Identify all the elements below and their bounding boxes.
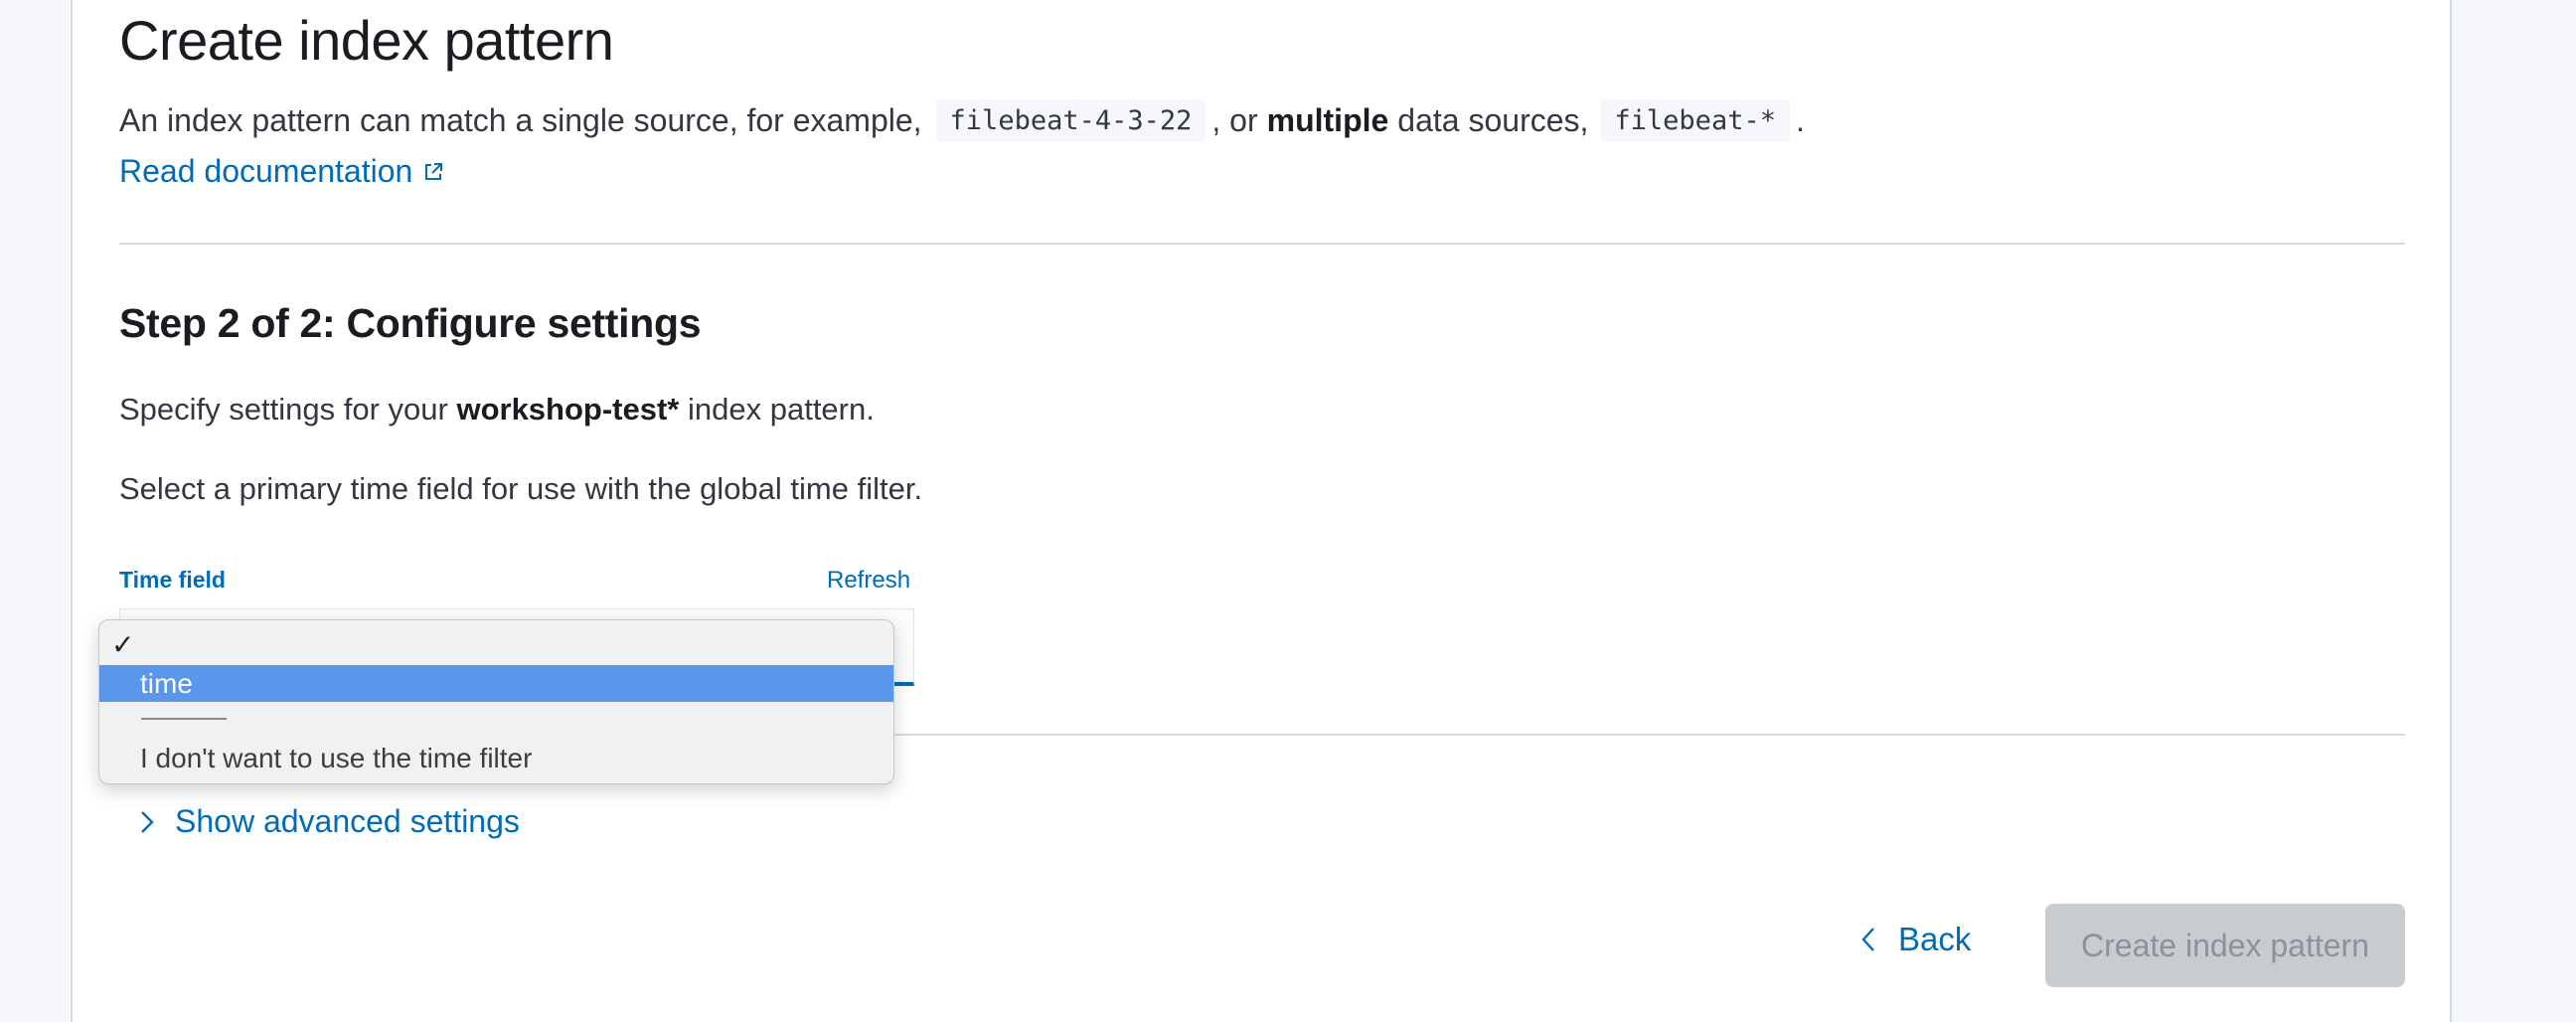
specify-settings-text: Specify settings for your workshop-test*… — [119, 392, 875, 427]
time-field-dropdown[interactable]: ✓ time I don't want to use the time filt… — [98, 619, 894, 784]
time-field-label: Time field — [119, 567, 226, 593]
read-documentation-link[interactable]: Read documentation — [119, 153, 444, 190]
description-text-2: , or — [1211, 102, 1258, 138]
refresh-link[interactable]: Refresh — [827, 567, 910, 595]
step-heading: Step 2 of 2: Configure settings — [119, 300, 702, 346]
pattern-name: workshop-test* — [456, 392, 680, 426]
read-documentation-label: Read documentation — [119, 153, 413, 189]
option-time[interactable]: time — [99, 665, 893, 702]
specify-prefix: Specify settings for your — [119, 392, 448, 426]
option-no-time-filter[interactable]: I don't want to use the time filter — [99, 740, 893, 777]
page-description: An index pattern can match a single sour… — [119, 99, 1805, 142]
option-separator — [141, 718, 227, 720]
divider — [119, 243, 2405, 245]
example-multiple-code: filebeat-* — [1600, 99, 1790, 142]
external-link-icon — [422, 161, 444, 183]
create-index-pattern-button[interactable]: Create index pattern — [2045, 904, 2405, 987]
description-text-4: . — [1795, 102, 1805, 138]
description-text-3: data sources, — [1397, 102, 1589, 138]
show-advanced-settings-label: Show advanced settings — [175, 803, 520, 839]
chevron-right-icon — [139, 809, 155, 835]
select-time-field-text: Select a primary time field for use with… — [119, 471, 923, 506]
specify-suffix: index pattern. — [688, 392, 875, 426]
description-emphasis: multiple — [1266, 102, 1389, 138]
example-single-code: filebeat-4-3-22 — [935, 99, 1207, 142]
description-text-1: An index pattern can match a single sour… — [119, 102, 922, 138]
empty-option-checkmark[interactable]: ✓ — [99, 628, 893, 664]
page-title: Create index pattern — [119, 9, 614, 72]
back-button[interactable]: Back — [1860, 921, 1971, 958]
back-label: Back — [1898, 921, 1972, 957]
chevron-left-icon — [1860, 926, 1876, 953]
show-advanced-settings-toggle[interactable]: Show advanced settings — [139, 803, 520, 840]
